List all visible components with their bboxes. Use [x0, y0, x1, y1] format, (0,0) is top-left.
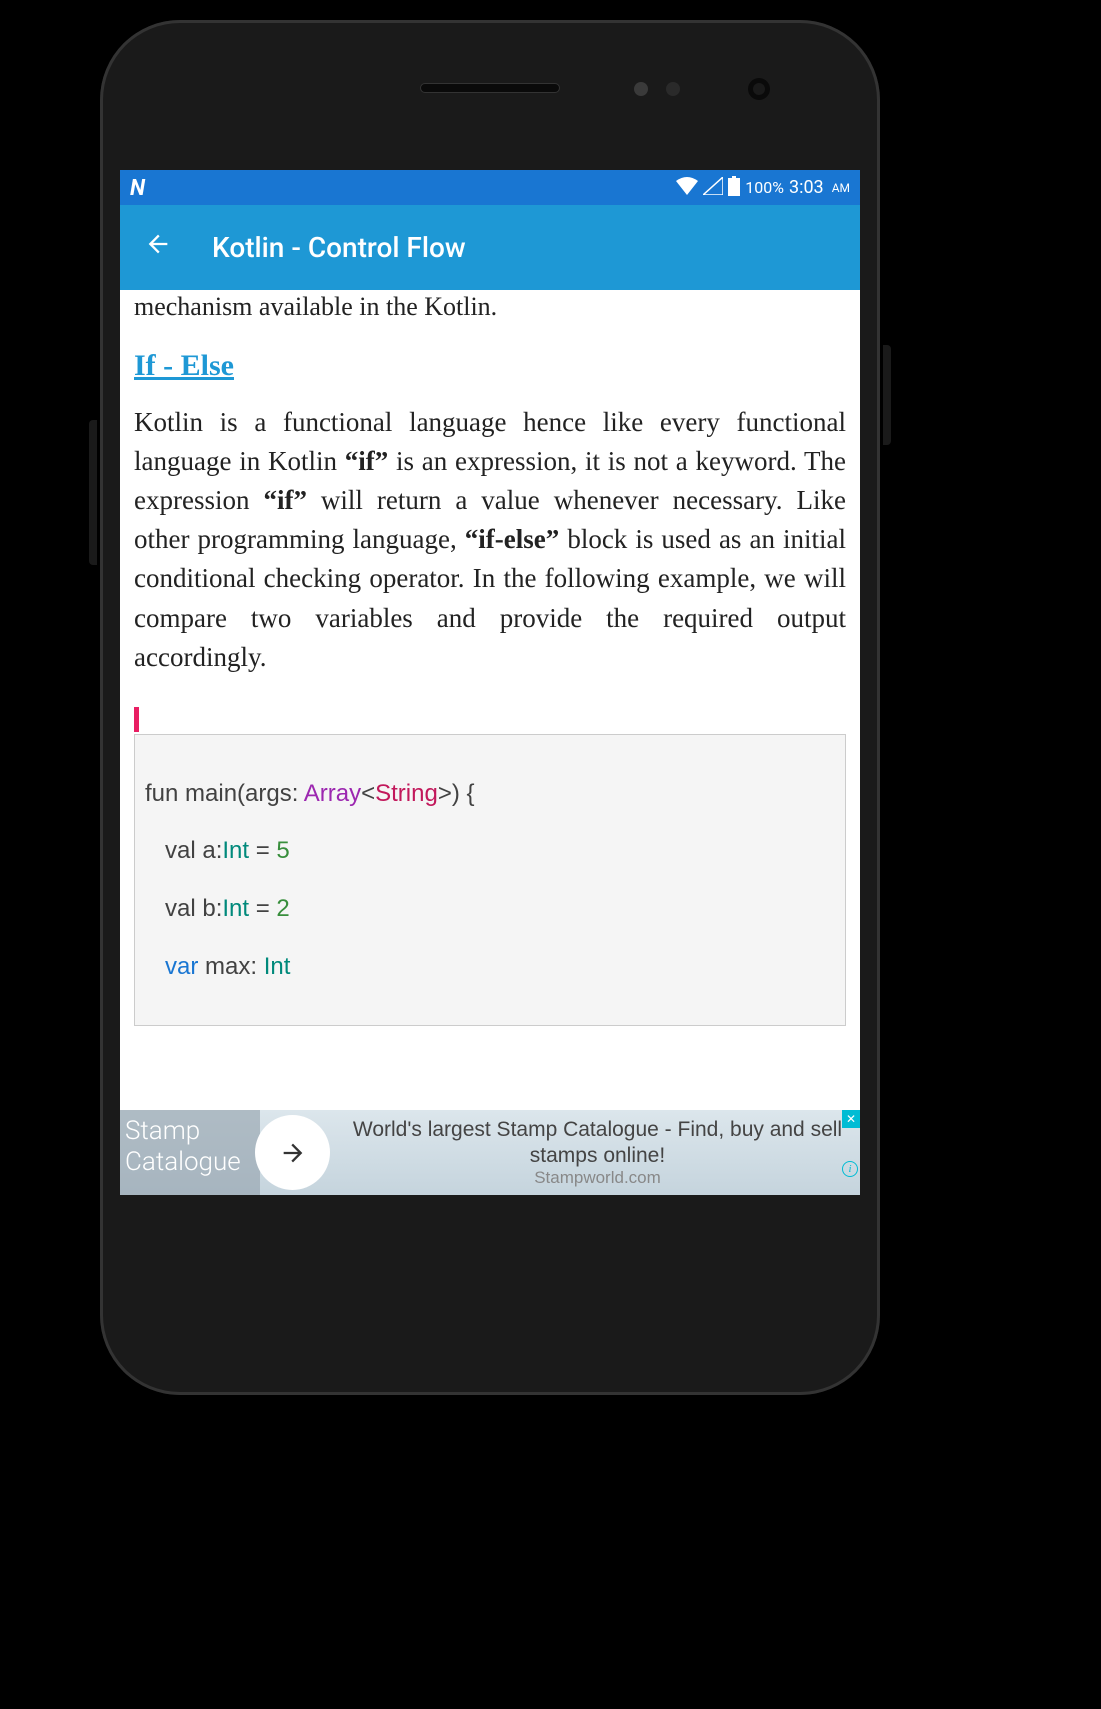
battery-percent: 100%	[745, 178, 784, 197]
wifi-icon	[676, 177, 698, 199]
code-line-2: val a:Int = 5	[145, 822, 835, 880]
ad-info-icon[interactable]: i	[842, 1161, 858, 1177]
content-area[interactable]: mechanism available in the Kotlin. If - …	[120, 290, 860, 1026]
phone-speaker	[420, 83, 560, 93]
section-heading: If - Else	[134, 349, 846, 383]
phone-frame: 100% 3:03 AM Kotlin - Control Flow mecha…	[100, 20, 880, 1395]
ad-text: World's largest Stamp Catalogue - Find, …	[340, 1117, 855, 1187]
ad-headline: World's largest Stamp Catalogue - Find, …	[340, 1117, 855, 1167]
battery-icon	[728, 176, 740, 200]
code-block: fun main(args: Array<String>) { val a:In…	[134, 734, 846, 1026]
ad-brand: Stamp Catalogue	[120, 1110, 260, 1195]
code-marker	[134, 707, 139, 732]
code-line-4: var max: Int	[145, 938, 835, 996]
code-line-1: fun main(args: Array<String>) {	[145, 765, 835, 823]
ad-url: Stampworld.com	[340, 1168, 855, 1188]
app-bar: Kotlin - Control Flow	[120, 205, 860, 290]
signal-icon	[703, 177, 723, 199]
status-bar: 100% 3:03 AM	[120, 170, 860, 205]
status-time: 3:03	[789, 177, 824, 198]
page-title: Kotlin - Control Flow	[212, 231, 466, 264]
code-line-3: val b:Int = 2	[145, 880, 835, 938]
phone-sensors	[634, 82, 680, 96]
phone-volume-button	[89, 420, 97, 565]
ad-banner[interactable]: Stamp Catalogue World's largest Stamp Ca…	[120, 1110, 860, 1195]
android-n-icon	[130, 176, 158, 196]
paragraph-if-else: Kotlin is a functional language hence li…	[134, 403, 846, 677]
screen: 100% 3:03 AM Kotlin - Control Flow mecha…	[120, 170, 860, 1195]
intro-fragment: mechanism available in the Kotlin.	[134, 290, 846, 324]
phone-power-button	[883, 345, 891, 445]
ad-close-icon[interactable]: ✕	[842, 1110, 860, 1128]
ad-arrow-button[interactable]	[255, 1115, 330, 1190]
status-ampm: AM	[832, 181, 850, 195]
back-button[interactable]	[144, 230, 172, 265]
phone-camera	[748, 78, 770, 100]
